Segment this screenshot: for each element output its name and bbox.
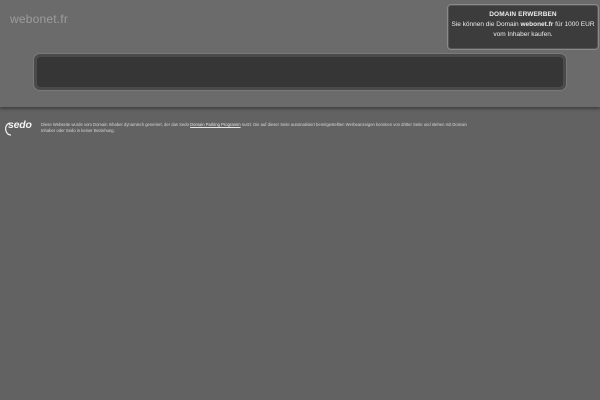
disclaimer-text: Diese Webseite wurde vom Domain Inhaber … [41, 122, 471, 134]
header: webonet.fr DOMAIN ERWERBEN Sie können di… [0, 0, 600, 107]
page: webonet.fr DOMAIN ERWERBEN Sie können di… [0, 0, 600, 400]
buy-domain-text[interactable]: Sie können die Domain webonet.fr für 100… [448, 20, 598, 40]
buy-text-before: Sie können die Domain [451, 21, 521, 28]
search-input[interactable] [37, 57, 563, 87]
sedo-logo[interactable]: sedo [4, 119, 38, 136]
footer: sedo Diese Webseite wurde vom Domain Inh… [4, 119, 474, 140]
buy-domain-title[interactable]: DOMAIN ERWERBEN [448, 10, 598, 19]
disclaimer-part-1: Diese Webseite wurde vom Domain Inhaber … [41, 122, 191, 127]
search-frame [34, 54, 566, 90]
domain-parking-link[interactable]: Domain Parking Programm [190, 122, 241, 127]
site-title: webonet.fr [10, 12, 69, 26]
buy-domain-name: webonet.fr [520, 21, 554, 28]
sedo-logo-text: sedo [8, 119, 32, 131]
buy-domain-box[interactable]: DOMAIN ERWERBEN Sie können die Domain we… [447, 4, 599, 50]
